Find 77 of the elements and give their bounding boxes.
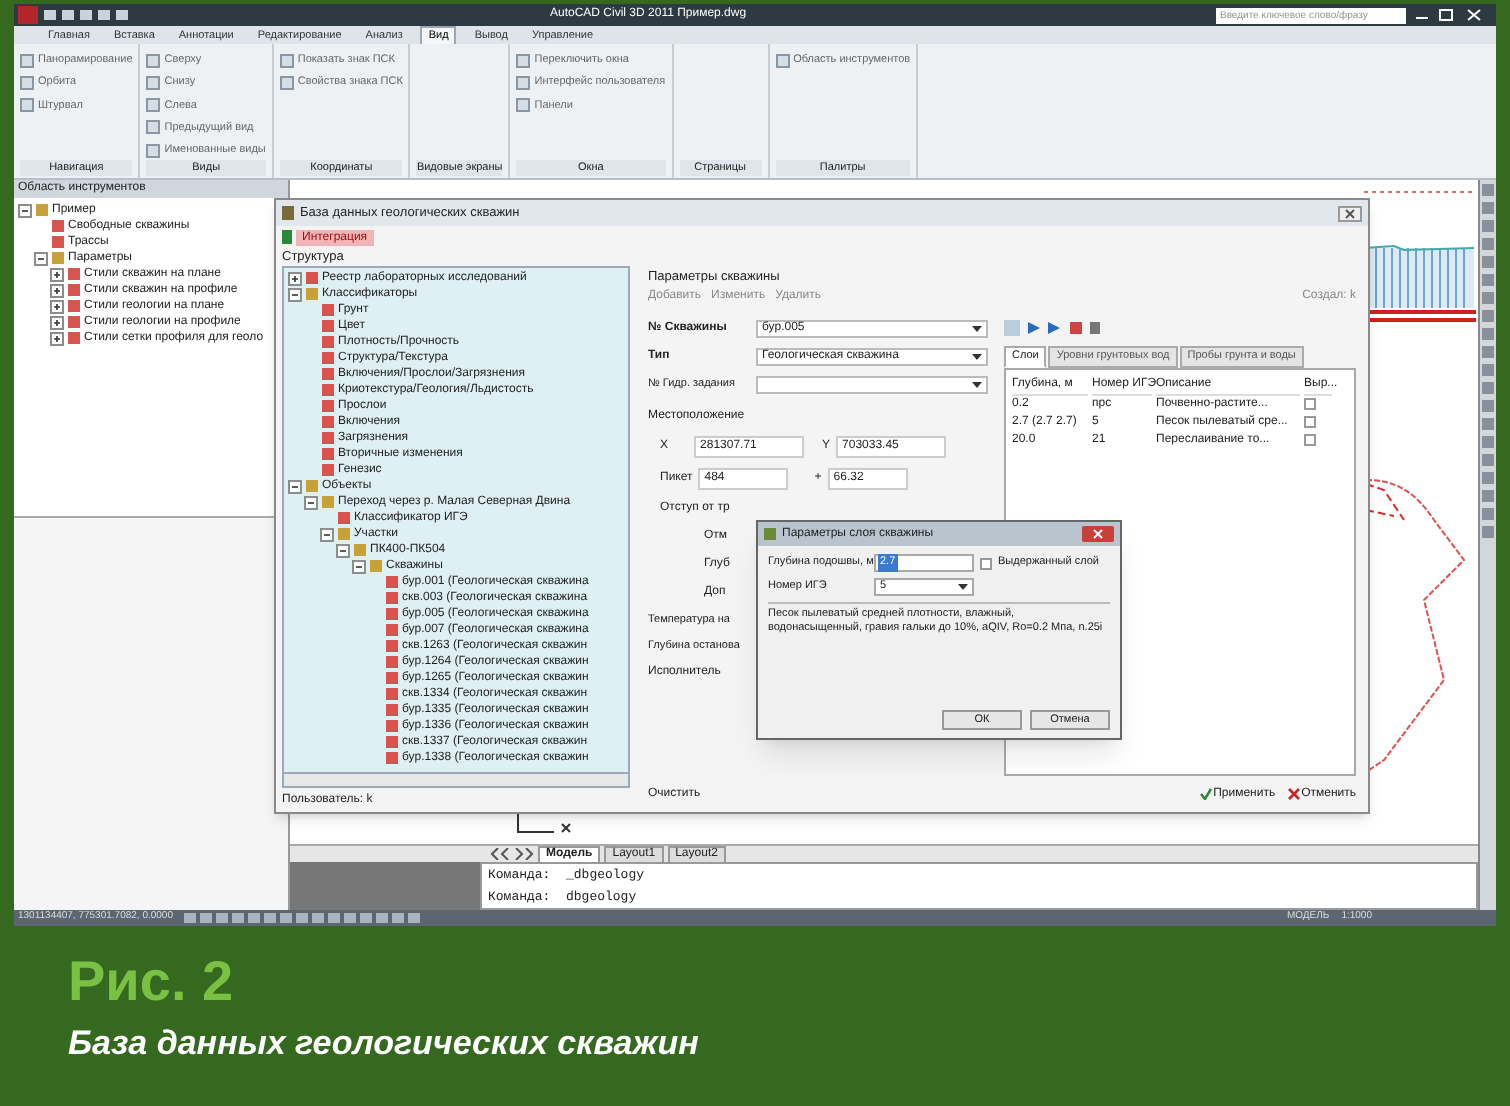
node-icon	[386, 752, 398, 764]
checkbox[interactable]	[1304, 433, 1316, 446]
collapse-icon[interactable]	[304, 495, 318, 509]
node-icon	[306, 288, 318, 300]
node-icon	[386, 576, 398, 588]
node-icon	[36, 204, 48, 216]
close-icon[interactable]	[1338, 205, 1362, 221]
tool-icon	[775, 53, 790, 68]
cross-icon	[1287, 788, 1300, 800]
node-icon	[386, 720, 398, 732]
node-icon	[370, 560, 382, 572]
node-icon	[68, 284, 80, 296]
checkbox[interactable]	[1304, 397, 1316, 410]
caret-icon[interactable]	[972, 325, 982, 332]
node-icon	[386, 736, 398, 748]
node-icon	[338, 528, 350, 540]
dropdown-field[interactable]	[756, 375, 988, 394]
database-icon	[282, 206, 294, 220]
layer-icon	[764, 528, 776, 540]
node-icon	[52, 236, 64, 248]
status-toggle-icons[interactable]	[184, 912, 425, 924]
node-icon	[338, 512, 350, 524]
node-icon	[322, 496, 334, 508]
checkbox[interactable]	[980, 557, 992, 569]
node-icon	[322, 400, 334, 412]
collapse-icon[interactable]	[288, 287, 302, 301]
expand-icon[interactable]	[50, 299, 64, 313]
caret-icon[interactable]	[958, 584, 968, 590]
collapse-icon[interactable]	[352, 559, 366, 573]
collapse-icon[interactable]	[288, 479, 302, 493]
node-icon	[322, 416, 334, 428]
node-icon	[386, 656, 398, 668]
caret-icon[interactable]	[972, 353, 982, 360]
tree-icon	[282, 230, 292, 244]
figure-number: Рис. 2	[68, 950, 236, 1014]
expand-icon[interactable]	[50, 283, 64, 297]
node-icon	[68, 300, 80, 312]
node-icon	[322, 432, 334, 444]
expand-icon[interactable]	[50, 315, 64, 329]
collapse-icon[interactable]	[34, 251, 48, 265]
layer-toolbar-icons[interactable]	[1004, 319, 1104, 336]
expand-icon[interactable]	[50, 267, 64, 281]
node-icon	[386, 624, 398, 636]
node-icon	[306, 480, 318, 492]
node-icon	[322, 464, 334, 476]
node-icon	[322, 448, 334, 460]
close-icon[interactable]	[1082, 526, 1114, 542]
node-icon	[386, 608, 398, 620]
node-icon	[322, 368, 334, 380]
expand-icon[interactable]	[50, 331, 64, 345]
scroll-arrows-icon[interactable]	[490, 848, 534, 860]
node-icon	[322, 320, 334, 332]
node-icon	[52, 220, 64, 232]
node-icon	[386, 704, 398, 716]
node-icon	[386, 672, 398, 684]
node-icon	[52, 252, 64, 264]
node-icon	[354, 544, 366, 556]
node-icon	[322, 304, 334, 316]
horizontal-scrollbar[interactable]	[282, 774, 630, 788]
node-icon	[322, 336, 334, 348]
node-icon	[386, 688, 398, 700]
node-icon	[322, 352, 334, 364]
caret-icon[interactable]	[972, 381, 982, 388]
collapse-icon[interactable]	[320, 527, 334, 541]
node-icon	[306, 272, 318, 284]
node-icon	[322, 384, 334, 396]
expand-icon[interactable]	[288, 271, 302, 285]
collapse-icon[interactable]	[18, 203, 32, 217]
node-icon	[68, 316, 80, 328]
collapse-icon[interactable]	[336, 543, 350, 557]
node-icon	[386, 592, 398, 604]
node-icon	[68, 268, 80, 280]
checkbox[interactable]	[1304, 415, 1316, 428]
figure-caption: База данных геологических скважин	[68, 1022, 701, 1066]
node-icon	[68, 332, 80, 344]
node-icon	[386, 640, 398, 652]
check-icon	[1199, 788, 1212, 800]
